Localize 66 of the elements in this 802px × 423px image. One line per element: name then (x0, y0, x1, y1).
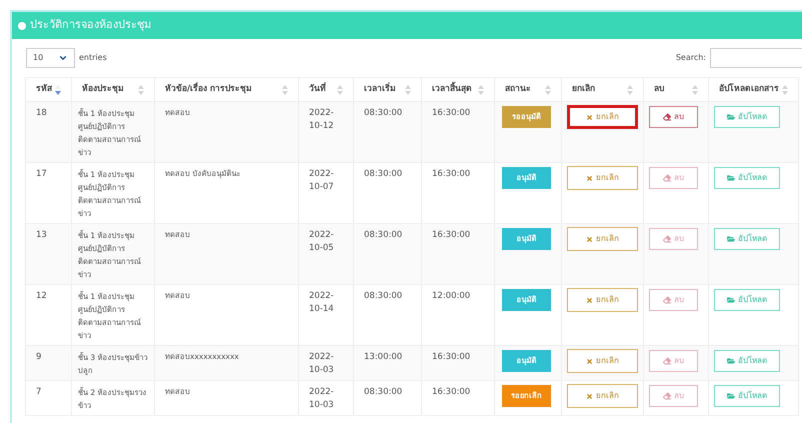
search-label: Search: (676, 52, 706, 64)
folder-icon (727, 174, 735, 182)
search-field[interactable] (710, 48, 802, 68)
close-icon (586, 296, 593, 304)
table-cell: 13:00:00 (364, 352, 402, 362)
table-cell: 16:30:00 (432, 108, 470, 118)
eraser-icon (663, 392, 671, 400)
table-cell: 12:00:00 (432, 291, 470, 301)
table-cell: 16:30:00 (432, 169, 470, 179)
table-cell-text: 2022-10-03 (309, 386, 335, 412)
table-cell: 08:30:00 (364, 230, 402, 240)
folder-icon (727, 296, 735, 304)
eraser-icon (663, 296, 671, 304)
panel-title: ประวัติการจองห้องประชุม (30, 17, 151, 34)
folder-icon (727, 113, 735, 121)
table-cell-text: 2022-10-14 (309, 290, 335, 316)
table-cell: 7 (36, 387, 42, 397)
chevron-icon (58, 53, 68, 63)
column-header[interactable]: ลบ (654, 83, 664, 96)
table-cell: 16:30:00 (432, 352, 470, 362)
upload-button[interactable]: อัปโหลด (714, 228, 780, 250)
close-icon (586, 236, 593, 242)
table-cell: 9 (36, 352, 42, 362)
table-cell-text: 2022-10-03 (309, 351, 335, 377)
entries-select[interactable]: 10 (26, 48, 75, 68)
table-cell: 08:30:00 (364, 387, 402, 397)
table-cell: 18 (36, 108, 47, 118)
cancel-button[interactable]: ยกเลิก (567, 349, 638, 373)
table-cell-text: 2022-10-12 (309, 107, 335, 133)
upload-button[interactable]: อัปโหลด (714, 167, 780, 189)
table-cell: 16:30:00 (432, 230, 470, 240)
close-icon (586, 174, 593, 182)
cancel-button[interactable]: ยกเลิก (567, 384, 638, 408)
close-icon (586, 114, 593, 120)
eraser-icon (663, 357, 671, 365)
folder-icon (727, 235, 735, 243)
cancel-button[interactable]: ยกเลิก (567, 227, 638, 251)
table-cell: 12 (36, 291, 47, 301)
table-cell-text: 2022-10-05 (309, 229, 335, 255)
eraser-icon (663, 113, 671, 121)
upload-button[interactable]: อัปโหลด (714, 350, 780, 372)
upload-button[interactable]: อัปโหลด (714, 385, 780, 407)
upload-button[interactable]: อัปโหลด (714, 106, 780, 128)
eraser-icon (663, 235, 671, 243)
upload-button[interactable]: อัปโหลด (714, 289, 780, 311)
table-cell-text: 2022-10-07 (309, 168, 335, 194)
cancel-button[interactable]: ยกเลิก (567, 105, 638, 129)
close-icon (586, 358, 593, 364)
eraser-icon (663, 174, 671, 182)
table-cell: 16:30:00 (432, 387, 470, 397)
close-icon (586, 392, 593, 400)
column-header[interactable]: วันที่ (309, 83, 326, 96)
table-cell: 08:30:00 (364, 108, 402, 118)
folder-icon (727, 357, 735, 365)
table-cell: 17 (36, 169, 47, 179)
column-header[interactable]: รหัส (36, 83, 52, 96)
delete-button[interactable]: ลบ (649, 106, 698, 128)
column-header[interactable]: ยกเลิก (572, 83, 595, 96)
cancel-button[interactable]: ยกเลิก (567, 166, 638, 190)
folder-icon (727, 392, 735, 400)
table-cell: 08:30:00 (364, 169, 402, 179)
table-cell: 13 (36, 230, 47, 240)
table-cell: 08:30:00 (364, 291, 402, 301)
entries-label: entries (79, 52, 107, 64)
cancel-button[interactable]: ยกเลิก (567, 288, 638, 312)
circle-icon (18, 22, 26, 30)
